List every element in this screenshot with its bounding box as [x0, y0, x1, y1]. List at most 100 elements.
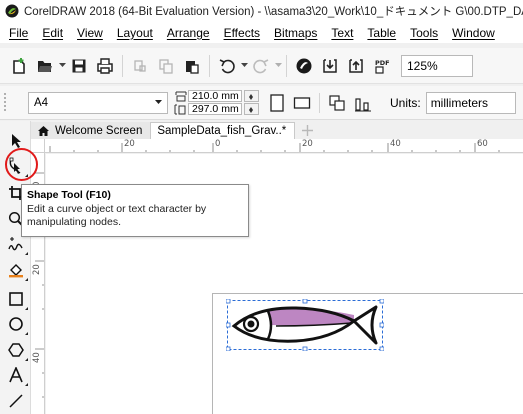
grip-handle-icon[interactable] — [0, 88, 10, 118]
undo-dropdown[interactable] — [240, 53, 248, 79]
ruler-origin[interactable] — [31, 139, 45, 153]
horizontal-ruler-ticks — [49, 143, 500, 152]
toolbar-separator — [286, 54, 287, 77]
open-button[interactable] — [32, 53, 58, 79]
home-icon — [38, 125, 49, 136]
horizontal-ruler[interactable]: 20 0 20 40 60 — [45, 139, 523, 153]
menu-file[interactable]: File — [4, 26, 37, 40]
menu-window[interactable]: Window — [447, 26, 504, 40]
page-width-spinner[interactable] — [244, 90, 259, 102]
open-dropdown[interactable] — [58, 53, 66, 79]
redo-button[interactable] — [248, 53, 274, 79]
corel-connect-icon — [296, 58, 312, 73]
ellipse-icon — [9, 317, 23, 331]
landscape-icon[interactable] — [293, 96, 311, 110]
pick-arrow-icon — [12, 134, 21, 148]
page-height-field[interactable]: 297.0 mm — [188, 103, 242, 115]
paste-icon — [186, 60, 199, 74]
chevron-down-icon — [240, 63, 248, 67]
menu-layout[interactable]: Layout — [112, 26, 162, 40]
shape-tool-tooltip: Shape Tool (F10) Edit a curve object or … — [21, 184, 249, 237]
ruler-label: 20 — [32, 264, 42, 275]
polygon-tool[interactable] — [6, 340, 28, 361]
menu-edit[interactable]: Edit — [37, 26, 72, 40]
export-icon — [349, 58, 363, 73]
tooltip-description: Edit a curve object or text character by… — [27, 203, 207, 228]
standard-toolbar: PDF 125% — [0, 48, 523, 84]
coreldraw-logo-icon — [5, 4, 19, 18]
undo-icon — [219, 58, 235, 73]
page-width-field[interactable]: 210.0 mm — [188, 90, 242, 102]
smart-fill-tool[interactable] — [6, 260, 28, 281]
flyout-indicator — [25, 307, 28, 310]
tab-welcome-screen[interactable]: Welcome Screen — [31, 122, 151, 139]
units-select[interactable]: millimeters — [425, 91, 516, 114]
corel-connect-button[interactable] — [291, 53, 317, 79]
print-icon — [97, 57, 113, 74]
parallel-dimension-tool[interactable] — [6, 391, 26, 411]
ruler-label: 0 — [215, 139, 221, 149]
text-tool[interactable] — [6, 365, 28, 386]
redo-icon — [253, 58, 269, 73]
import-icon — [323, 58, 337, 73]
menu-arrange[interactable]: Arrange — [162, 26, 219, 40]
window-title: CorelDRAW 2018 (64-Bit Evaluation Versio… — [24, 6, 523, 18]
menu-bar: File Edit View Layout Arrange Effects Bi… — [0, 22, 523, 43]
text-icon — [9, 367, 23, 383]
import-button[interactable] — [317, 53, 343, 79]
new-document-button[interactable] — [6, 53, 32, 79]
ruler-label: 20 — [124, 139, 135, 149]
page-width-icon — [175, 91, 187, 101]
undo-button[interactable] — [214, 53, 240, 79]
toolbar-separator — [209, 54, 210, 77]
portrait-icon[interactable] — [269, 93, 285, 113]
current-page-icon[interactable] — [354, 94, 372, 112]
page-width-row: 210.0 mm — [174, 90, 259, 103]
cut-button[interactable] — [127, 53, 153, 79]
page-size-value: A4 — [34, 96, 49, 109]
ellipse-tool[interactable] — [6, 314, 28, 335]
zoom-level-field[interactable]: 125% — [401, 54, 473, 77]
page-dimensions: 210.0 mm 297.0 mm — [174, 90, 259, 116]
all-pages-icon[interactable] — [328, 94, 346, 112]
menu-view[interactable]: View — [72, 26, 112, 40]
export-button[interactable] — [343, 53, 369, 79]
publish-pdf-icon: PDF — [375, 59, 390, 74]
menu-bitmaps[interactable]: Bitmaps — [269, 26, 326, 40]
shape-tool-highlight — [5, 148, 38, 181]
tooltip-title: Shape Tool (F10) — [27, 189, 111, 201]
tab-document[interactable]: SampleData_fish_Grav..* — [150, 122, 296, 139]
rectangle-tool[interactable] — [6, 289, 28, 310]
chevron-down-icon — [58, 63, 66, 67]
flyout-indicator — [25, 332, 28, 335]
page-size-select[interactable]: A4 — [28, 91, 168, 114]
ruler-label: 40 — [390, 139, 401, 149]
orientation-group — [269, 92, 372, 113]
new-tab-button[interactable] — [295, 122, 319, 139]
copy-button[interactable] — [153, 53, 179, 79]
redo-dropdown[interactable] — [274, 53, 282, 79]
new-document-icon — [13, 57, 25, 74]
menu-effects[interactable]: Effects — [219, 26, 269, 40]
copy-icon — [159, 58, 173, 74]
open-icon — [38, 60, 52, 72]
menu-tools[interactable]: Tools — [405, 26, 447, 40]
menu-text[interactable]: Text — [326, 26, 362, 40]
flyout-indicator — [25, 278, 28, 281]
page-height-spinner[interactable] — [244, 103, 259, 115]
fish-drawing[interactable] — [226, 299, 384, 351]
print-button[interactable] — [92, 53, 118, 79]
title-bar: CorelDRAW 2018 (64-Bit Evaluation Versio… — [0, 0, 523, 22]
flyout-indicator — [25, 358, 28, 361]
save-button[interactable] — [66, 53, 92, 79]
save-icon — [72, 59, 86, 72]
paste-button[interactable] — [179, 53, 205, 79]
freehand-tool[interactable] — [6, 234, 28, 255]
publish-pdf-button[interactable]: PDF — [369, 53, 395, 79]
property-bar: A4 210.0 mm 297.0 mm Units: millimeters — [0, 86, 523, 120]
menu-table[interactable]: Table — [362, 26, 405, 40]
toolbar-separator — [319, 92, 320, 113]
cut-icon — [134, 59, 146, 72]
ruler-label: 60 — [477, 139, 488, 149]
flyout-indicator — [25, 383, 28, 386]
